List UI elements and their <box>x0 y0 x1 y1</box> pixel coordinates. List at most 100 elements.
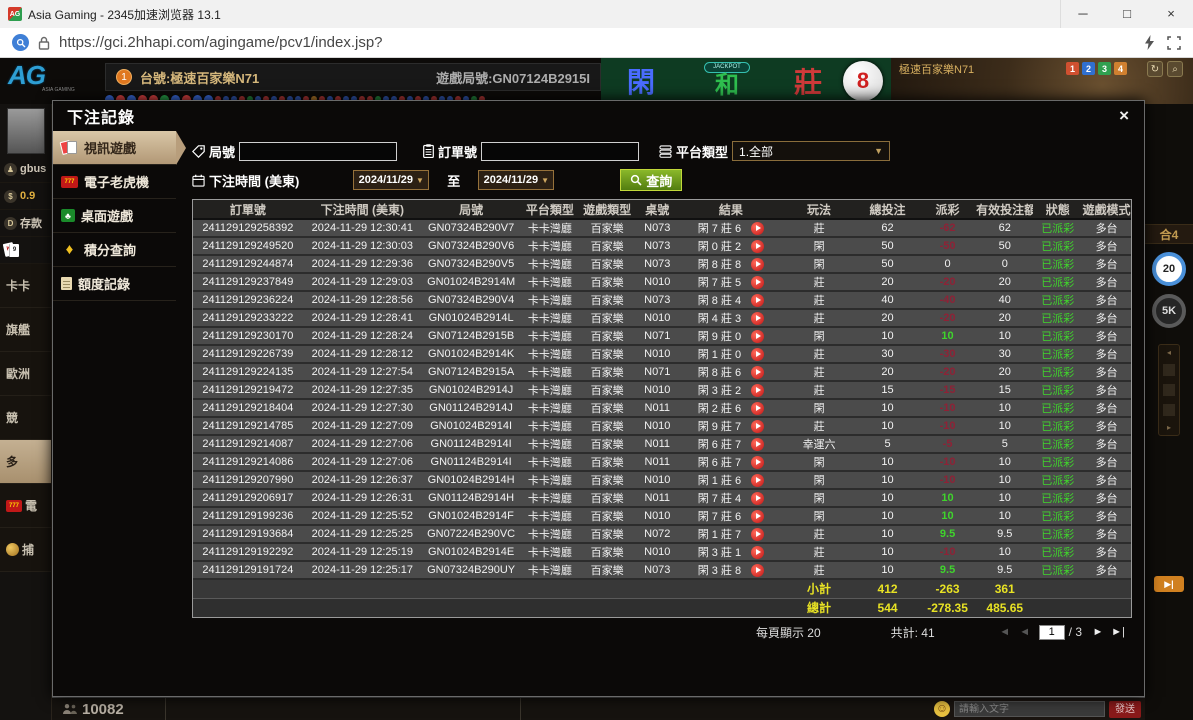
avatar[interactable] <box>7 108 45 154</box>
order-filter-input[interactable] <box>481 142 639 161</box>
play-video-icon[interactable] <box>751 402 764 415</box>
play-video-icon[interactable] <box>751 474 764 487</box>
lightning-icon[interactable] <box>1144 35 1155 50</box>
first-page-button[interactable]: ◄ <box>995 626 1015 638</box>
play-video-icon[interactable] <box>751 564 764 577</box>
browser-titlebar: AG Asia Gaming - 2345加速浏览器 13.1 ─ □ × <box>0 0 1193 28</box>
people-icon <box>62 703 78 715</box>
play-video-icon[interactable] <box>751 456 764 469</box>
emoji-icon[interactable]: ☺ <box>934 701 950 717</box>
cell-playType: 閑 <box>782 453 856 471</box>
player-bet-zone[interactable]: 閑 <box>601 61 681 101</box>
round-filter-input[interactable] <box>239 142 397 161</box>
play-video-icon[interactable] <box>751 546 764 559</box>
nav-item-label: 競 <box>6 409 18 426</box>
play-video-icon[interactable] <box>751 510 764 523</box>
side-panel-tab[interactable]: ◂▸ <box>1158 344 1180 436</box>
play-video-icon[interactable] <box>751 240 764 253</box>
balance: 0.9 <box>20 190 35 202</box>
table-row: 2411291291992362024-11-29 12:25:52GN0102… <box>193 507 1131 525</box>
result-text: 閑 1 莊 0 <box>698 346 741 362</box>
close-icon[interactable]: × <box>1119 106 1130 126</box>
url-text[interactable]: https://gci.2hhapi.com/agingame/pcv1/ind… <box>59 34 383 51</box>
sidebar-item-多[interactable]: 多 <box>0 440 51 484</box>
banker-bet-zone[interactable]: 莊 <box>773 61 843 101</box>
play-video-icon[interactable] <box>751 294 764 307</box>
play-video-icon[interactable] <box>751 348 764 361</box>
sidebar-item-競[interactable]: 競 <box>0 396 51 440</box>
cell-bet: 10 <box>856 327 919 345</box>
browser-shield-icon[interactable] <box>12 34 29 51</box>
result-text: 閑 1 莊 7 <box>698 526 741 542</box>
sidebar-item-slot[interactable]: 777電子老虎機 <box>53 165 176 199</box>
play-video-icon[interactable] <box>751 258 764 271</box>
play-video-icon[interactable] <box>751 222 764 235</box>
next-table-button[interactable]: ▶| <box>1154 576 1184 592</box>
game-info-bar: 1 台號:極速百家樂N71 遊戲局號:GN07124B2915I <box>105 63 601 91</box>
play-video-icon[interactable] <box>751 528 764 541</box>
cards-row[interactable]: K9 <box>0 237 51 264</box>
video-thumbnail[interactable]: 極速百家樂N71 1234 ↻ ⌕ <box>891 58 1193 104</box>
cell-payout: 10 <box>919 489 976 507</box>
date-to-picker[interactable]: 2024/11/29▼ <box>478 170 554 190</box>
minimize-button[interactable]: ─ <box>1061 0 1105 28</box>
sidebar-item-tg[interactable]: ♣桌面遊戲 <box>53 199 176 233</box>
prev-page-button[interactable]: ◄ <box>1015 626 1035 638</box>
play-video-icon[interactable] <box>751 276 764 289</box>
table-row: 2411291292495202024-11-29 12:30:03GN0732… <box>193 237 1131 255</box>
cell-valid: 0 <box>976 255 1033 273</box>
cell-mode: 多台 <box>1082 525 1131 543</box>
sidebar-item-doc[interactable]: 額度記錄 <box>53 267 176 301</box>
fish-icon <box>6 543 19 556</box>
play-video-icon[interactable] <box>751 366 764 379</box>
sidebar-item-gem[interactable]: ♦積分查詢 <box>53 233 176 267</box>
chip-20[interactable]: 20 <box>1152 252 1186 286</box>
search-button[interactable]: 查詢 <box>620 169 682 191</box>
cell-tableNo: N011 <box>635 399 680 417</box>
play-video-icon[interactable] <box>751 420 764 433</box>
page-input[interactable] <box>1039 625 1065 640</box>
cell-round: GN07224B290VC <box>422 525 520 543</box>
date-from-picker[interactable]: 2024/11/29▼ <box>353 170 429 190</box>
last-page-button[interactable]: ►| <box>1108 626 1128 638</box>
cell-result: 閑 1 莊 6 <box>680 471 782 489</box>
url-bar[interactable]: https://gci.2hhapi.com/agingame/pcv1/ind… <box>0 28 1193 58</box>
tie-bet-zone[interactable]: 和 <box>715 73 739 99</box>
scan-icon[interactable] <box>1167 36 1181 50</box>
cell-tableNo: N010 <box>635 345 680 363</box>
video-tab[interactable]: 2 <box>1082 62 1095 75</box>
cell-status: 已派彩 <box>1033 417 1082 435</box>
maximize-button[interactable]: □ <box>1105 0 1149 28</box>
play-video-icon[interactable] <box>751 384 764 397</box>
cell-platform: 卡卡灣廳 <box>520 471 579 489</box>
send-button[interactable]: 發送 <box>1109 701 1141 718</box>
next-page-button[interactable]: ► <box>1088 626 1108 638</box>
platform-select[interactable]: 1.全部 ▼ <box>732 141 890 161</box>
video-tab[interactable]: 1 <box>1066 62 1079 75</box>
modal-title: 下注記錄 <box>67 104 135 128</box>
refresh-icon[interactable]: ↻ <box>1147 61 1163 77</box>
play-video-icon[interactable] <box>751 492 764 505</box>
sidebar-item-捕[interactable]: 捕 <box>0 528 51 572</box>
deposit-row[interactable]: D 存款 <box>0 210 51 237</box>
cell-platform: 卡卡灣廳 <box>520 309 579 327</box>
chip-5K[interactable]: 5K <box>1152 294 1186 328</box>
play-video-icon[interactable] <box>751 312 764 325</box>
cell-mode: 多台 <box>1082 561 1131 579</box>
sidebar-item-旗艦[interactable]: 旗艦 <box>0 308 51 352</box>
sidebar-item-cards[interactable]: 視訊遊戲 <box>53 131 176 165</box>
sidebar-item-歐洲[interactable]: 歐洲 <box>0 352 51 396</box>
sidebar-item-卡卡[interactable]: 卡卡 <box>0 264 51 308</box>
chat-input[interactable] <box>954 701 1105 717</box>
play-video-icon[interactable] <box>751 330 764 343</box>
magnifier-icon[interactable]: ⌕ <box>1167 61 1183 77</box>
sidebar-item-電[interactable]: 777電 <box>0 484 51 528</box>
close-window-button[interactable]: × <box>1149 0 1193 28</box>
video-tab[interactable]: 3 <box>1098 62 1111 75</box>
cell-valid: 20 <box>976 363 1033 381</box>
video-tab[interactable]: 4 <box>1114 62 1127 75</box>
cell-bet: 10 <box>856 507 919 525</box>
play-video-icon[interactable] <box>751 438 764 451</box>
cell-platform: 卡卡灣廳 <box>520 291 579 309</box>
cell-time: 2024-11-29 12:28:41 <box>303 309 422 327</box>
